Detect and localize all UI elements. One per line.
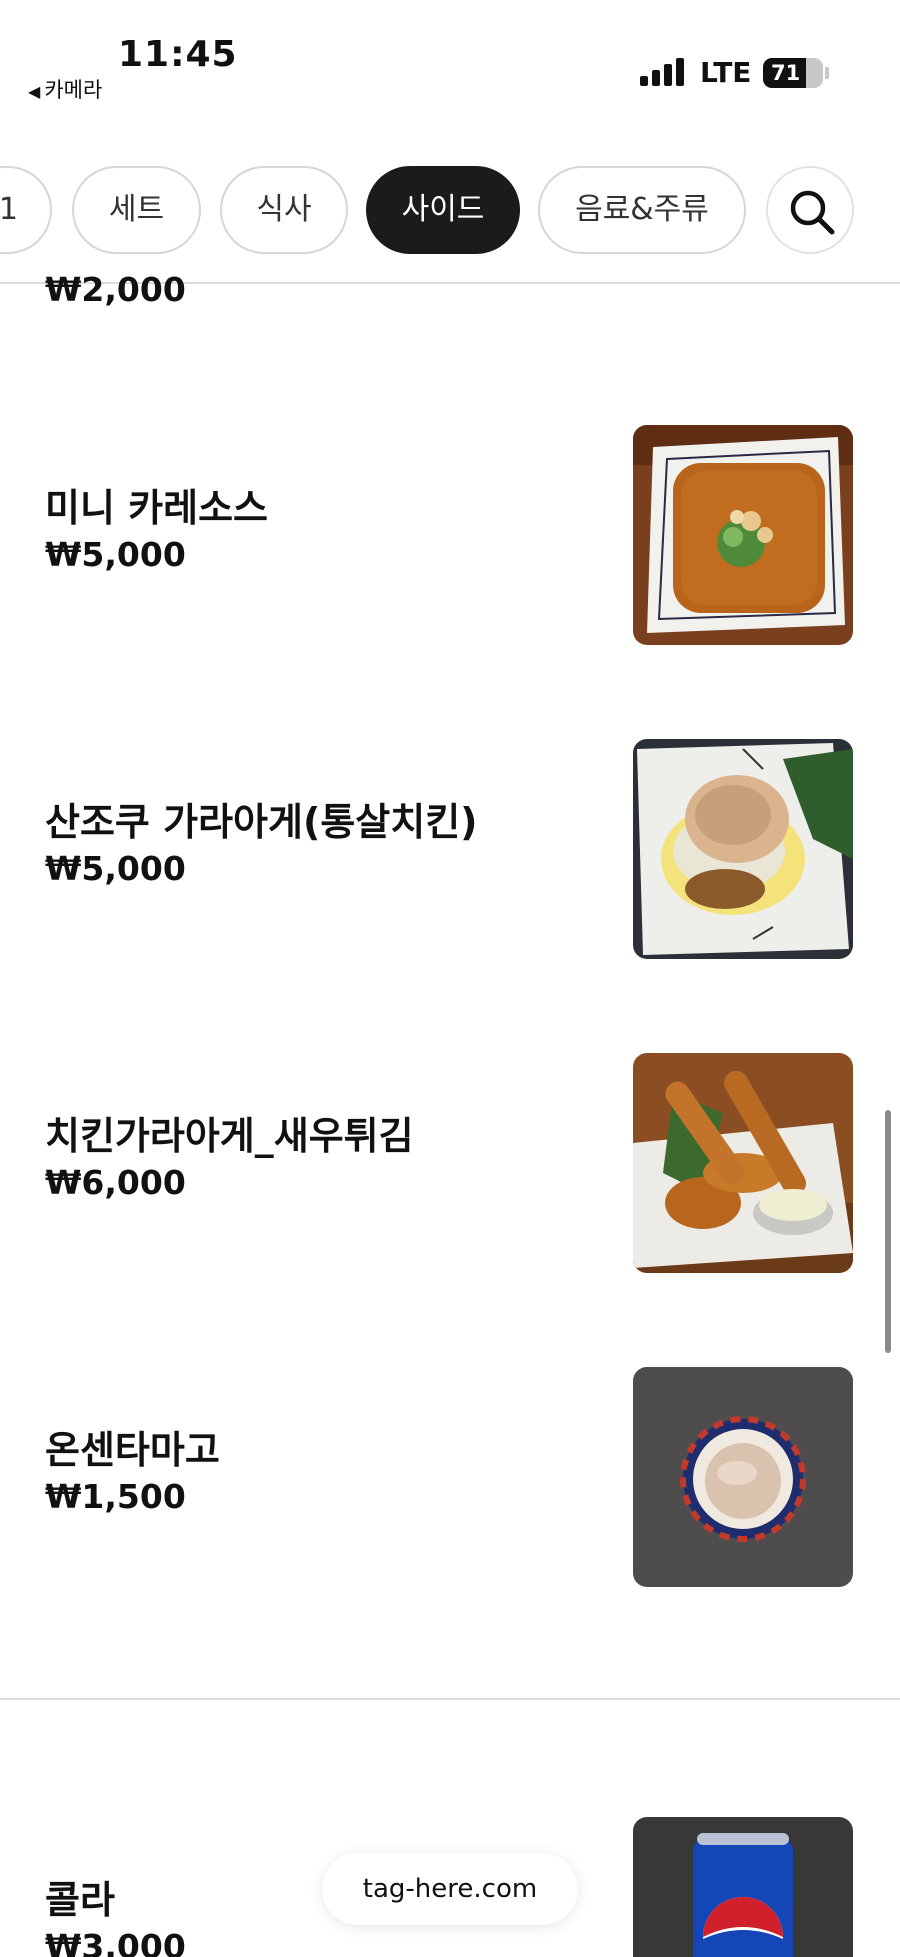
item-price: ₩5,000	[45, 849, 186, 888]
item-price: ₩6,000	[45, 1163, 186, 1202]
item-name: 산조쿠 가라아게(통살치킨)	[45, 800, 478, 844]
curry-sauce-photo	[633, 425, 853, 645]
network-type: LTE	[700, 56, 752, 89]
tab-meal[interactable]: 식사	[220, 166, 348, 254]
search-icon	[790, 190, 835, 235]
menu-item[interactable]: 산조쿠 가라아게(통살치킨) ₩5,000	[0, 739, 900, 959]
back-triangle-icon: ◀	[28, 82, 41, 101]
item-price: ₩3,000	[45, 1927, 186, 1957]
battery-icon: 71	[763, 58, 823, 88]
back-app-label: 카메라	[44, 78, 103, 102]
scrollbar[interactable]	[885, 1110, 891, 1353]
chicken-shrimp-tempura-photo	[633, 1053, 853, 1273]
battery-tip	[825, 67, 829, 79]
cellular-signal-icon	[640, 58, 686, 86]
item-name: 온센타마고	[45, 1428, 220, 1472]
tag-here-link[interactable]: tag-here.com	[322, 1853, 578, 1925]
menu-item[interactable]: 치킨가라아게_새우튀김 ₩6,000	[0, 1053, 900, 1273]
menu-item[interactable]: 온센타마고 ₩1,500	[0, 1367, 900, 1587]
tab-side[interactable]: 사이드	[366, 166, 520, 254]
item-price: ₩5,000	[45, 535, 186, 574]
search-button[interactable]	[766, 166, 854, 254]
back-to-camera-link[interactable]: ◀ 카메라	[28, 74, 102, 104]
section-divider	[0, 1698, 900, 1700]
status-bar: 11:45 ◀ 카메라 LTE 71	[0, 0, 900, 110]
battery-percent: 71	[771, 61, 801, 85]
item-price: ₩1,500	[45, 1477, 186, 1516]
sanzoku-karaage-photo	[633, 739, 853, 959]
tab-set[interactable]: 세트	[72, 166, 201, 254]
previous-item-price: ₩2,000	[45, 270, 186, 309]
tab-drinks-liquor[interactable]: 음료&주류	[538, 166, 746, 254]
onsen-tamago-photo	[633, 1367, 853, 1587]
status-time: 11:45	[118, 34, 238, 75]
item-name: 콜라	[45, 1878, 115, 1922]
cola-can-photo	[633, 1817, 853, 1957]
tab-category-1[interactable]: 1	[0, 166, 52, 254]
item-name: 미니 카레소스	[45, 486, 268, 530]
category-tab-bar: 1 세트 식사 사이드 음료&주류	[0, 160, 900, 284]
menu-item[interactable]: 미니 카레소스 ₩5,000	[0, 425, 900, 645]
item-name: 치킨가라아게_새우튀김	[45, 1114, 414, 1158]
